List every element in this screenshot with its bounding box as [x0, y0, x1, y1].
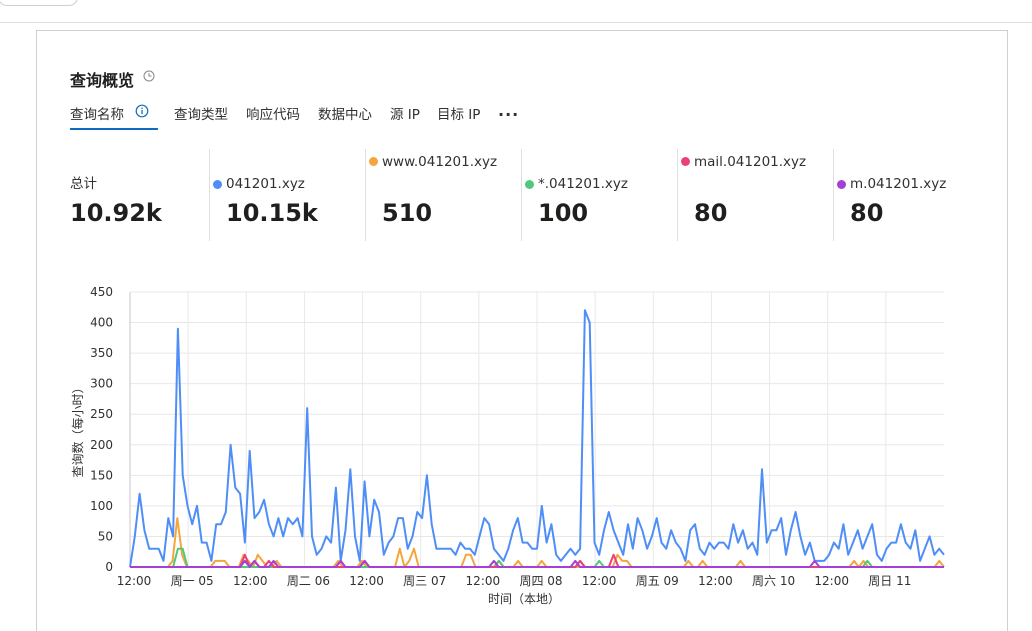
y-tick-label: 100 — [90, 499, 113, 513]
x-tick-label: 12:00 — [698, 574, 733, 588]
x-tick-label: 12:00 — [466, 574, 501, 588]
x-tick-label: 12:00 — [233, 574, 268, 588]
x-tick-label: 周日 11 — [868, 574, 911, 588]
y-tick-label: 150 — [90, 468, 113, 482]
x-tick-label: 周四 08 — [519, 574, 562, 588]
x-tick-label: 12:00 — [117, 574, 152, 588]
x-tick-label: 12:00 — [814, 574, 849, 588]
x-tick-label: 12:00 — [349, 574, 384, 588]
x-tick-label: 12:00 — [582, 574, 617, 588]
x-tick-label: 周三 07 — [403, 574, 446, 588]
y-tick-label: 0 — [105, 560, 113, 574]
y-tick-label: 350 — [90, 346, 113, 360]
x-tick-label: 周一 05 — [171, 574, 214, 588]
x-tick-label: 周二 06 — [287, 574, 330, 588]
y-axis-title: 查询数（每小时） — [70, 381, 85, 477]
queries-line-chart[interactable]: 0 50 100 150 200 250 300 350 400 450 12:00 周一 05 12:… — [0, 0, 1032, 621]
y-tick-label: 250 — [90, 407, 113, 421]
y-tick-label: 300 — [90, 377, 113, 391]
y-tick-label: 450 — [90, 285, 113, 299]
y-tick-label: 50 — [98, 529, 113, 543]
x-tick-label: 周五 09 — [636, 574, 679, 588]
y-tick-label: 400 — [90, 316, 113, 330]
x-tick-label: 周六 10 — [752, 574, 795, 588]
x-axis-title: 时间（本地） — [488, 592, 560, 606]
y-tick-label: 200 — [90, 438, 113, 452]
